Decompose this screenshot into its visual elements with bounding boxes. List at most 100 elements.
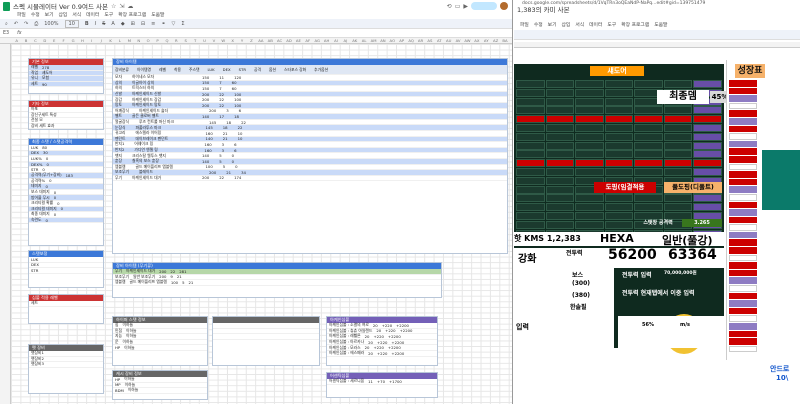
url-text[interactable]: docs.google.com/spreadsheets/d/1VqTRn3oQ… (522, 1, 705, 6)
dark-cell[interactable] (545, 132, 575, 141)
comment-icon[interactable]: ▭ (455, 3, 461, 10)
dark-cell[interactable] (575, 106, 604, 115)
stat-value[interactable]: 0 (54, 190, 56, 195)
column-header[interactable]: AF (303, 38, 312, 43)
dark-cell[interactable] (516, 106, 545, 115)
column-header[interactable]: H (78, 38, 87, 43)
dark-cell[interactable] (634, 123, 663, 132)
filter-icon[interactable]: ▽ (171, 21, 175, 27)
stat-value[interactable]: 0 (49, 178, 51, 183)
column-header[interactable]: S (181, 38, 190, 43)
column-header[interactable]: BA (500, 38, 509, 43)
search-icon[interactable]: ⌕ (5, 21, 8, 27)
growth-cell[interactable] (729, 262, 757, 269)
dark-sheet-row[interactable] (516, 141, 723, 150)
column-header[interactable]: Y (237, 38, 246, 43)
menu-help[interactable]: 도움말 (151, 11, 164, 18)
growth-cell[interactable] (729, 163, 757, 171)
column-header[interactable]: AM (369, 38, 378, 43)
stat-value[interactable]: 80 (42, 145, 47, 150)
column-header[interactable]: E (50, 38, 59, 43)
menu-format[interactable]: 서식 (575, 21, 584, 28)
dark-cell[interactable] (545, 150, 575, 159)
growth-cell[interactable] (729, 117, 757, 125)
growth-cell[interactable] (729, 209, 757, 216)
stat-value[interactable]: 0 (54, 195, 56, 200)
dark-cell[interactable] (516, 176, 545, 185)
column-header[interactable]: A (12, 38, 21, 43)
dark-cell[interactable] (575, 141, 604, 150)
dark-cell[interactable] (545, 123, 575, 132)
dark-cell[interactable] (634, 132, 663, 141)
dark-sheet-row[interactable] (516, 123, 723, 132)
borders-icon[interactable]: ⊞ (131, 21, 135, 27)
dark-cell[interactable] (604, 167, 634, 176)
dark-cell[interactable] (575, 80, 604, 88)
dark-cell[interactable] (516, 123, 545, 132)
growth-cell[interactable] (729, 87, 757, 95)
dark-sheet-row[interactable] (516, 150, 723, 159)
dark-cell[interactable] (634, 203, 663, 212)
growth-cell[interactable] (729, 193, 757, 201)
dark-cell[interactable] (575, 132, 604, 141)
dark-cell[interactable] (516, 194, 545, 203)
dark-cell[interactable] (604, 220, 634, 229)
avatar[interactable] (500, 2, 508, 10)
dark-cell[interactable] (575, 220, 604, 229)
column-header[interactable]: AX (472, 38, 481, 43)
dark-sheet-row[interactable] (516, 115, 723, 124)
growth-cell[interactable] (729, 110, 757, 117)
equip-row[interactable]: 무기 아케인셰이드 대거 200 22 174 (113, 175, 507, 182)
dark-cell[interactable] (516, 167, 545, 176)
menu-edit[interactable]: 수정 (534, 21, 543, 28)
dark-cell[interactable] (693, 194, 723, 203)
dark-cell[interactable] (663, 115, 693, 124)
dark-cell[interactable] (693, 203, 723, 212)
dark-cell[interactable] (575, 211, 604, 220)
dark-cell[interactable] (634, 141, 663, 150)
meet-icon[interactable]: ▶ (463, 3, 468, 10)
stat-value[interactable]: 0 (61, 206, 63, 211)
cell-reference[interactable]: E3 (3, 31, 9, 36)
merge-icon[interactable]: ⊟ (141, 21, 145, 27)
dark-cell[interactable] (663, 159, 693, 168)
dark-cell[interactable] (545, 167, 575, 176)
stat-value[interactable]: 183 (66, 173, 73, 178)
stat-value[interactable]: 0 (45, 218, 47, 223)
column-header[interactable]: AB (266, 38, 275, 43)
column-header[interactable]: AH (322, 38, 331, 43)
combat-input-value[interactable]: 70,000,000원 (664, 270, 697, 276)
growth-cell[interactable] (729, 292, 757, 300)
column-header[interactable]: AV (453, 38, 462, 43)
column-header[interactable]: V (209, 38, 218, 43)
column-header[interactable]: AY (482, 38, 491, 43)
menu-file[interactable]: 파일 (520, 21, 529, 28)
dark-cell[interactable] (663, 167, 693, 176)
dark-cell[interactable] (575, 88, 604, 97)
dark-cell[interactable] (545, 220, 575, 229)
hyper-row[interactable]: HP 이하늘 (113, 345, 207, 351)
column-header[interactable]: U (200, 38, 209, 43)
dark-cell[interactable] (575, 203, 604, 212)
dark-cell[interactable] (663, 141, 693, 150)
dark-cell[interactable] (575, 97, 604, 106)
combat-normal-value[interactable]: 63364 (668, 247, 717, 263)
column-header[interactable]: K (106, 38, 115, 43)
growth-cell[interactable] (729, 277, 757, 285)
menu-extensions[interactable]: 확장 프로그램 (621, 21, 649, 28)
dark-cell[interactable] (634, 194, 663, 203)
text-color-icon[interactable]: A (111, 21, 114, 27)
dark-cell[interactable] (516, 97, 545, 106)
column-header[interactable]: M (125, 38, 134, 43)
column-header[interactable]: AO (388, 38, 397, 43)
growth-cell[interactable] (729, 102, 757, 110)
align-icon[interactable]: ≡ (151, 21, 155, 27)
menu-help[interactable]: 도움말 (654, 21, 667, 28)
column-header[interactable]: G (68, 38, 77, 43)
dark-cell[interactable] (663, 106, 693, 115)
dark-cell[interactable] (604, 106, 634, 115)
column-header[interactable]: T (190, 38, 199, 43)
stat-value[interactable]: 30 (43, 150, 48, 155)
column-header[interactable]: AL (359, 38, 368, 43)
dark-cell[interactable] (516, 132, 545, 141)
